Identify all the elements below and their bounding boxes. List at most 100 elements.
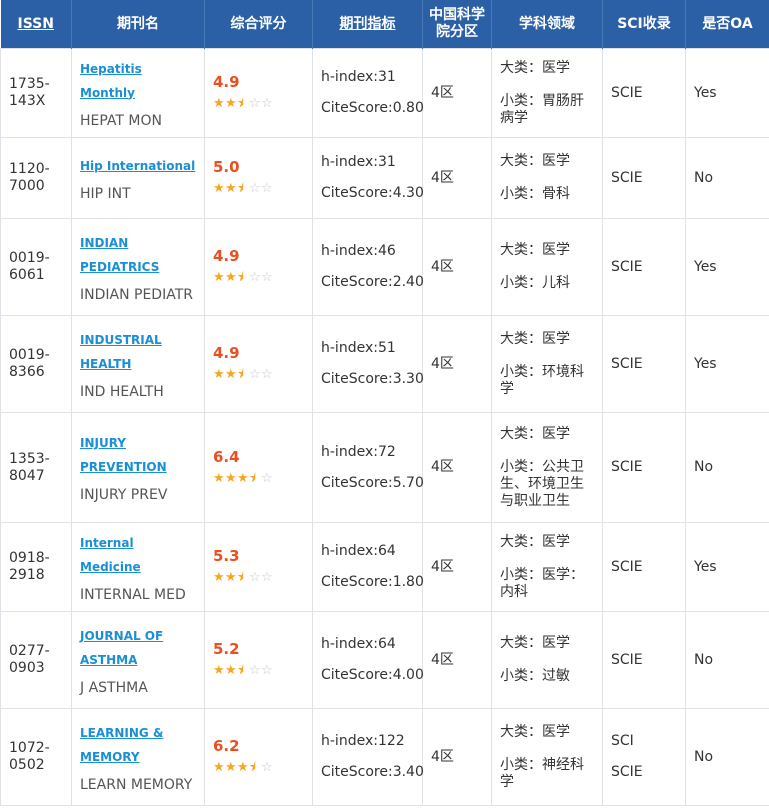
star-icon: ☆ — [261, 181, 274, 196]
journal-link[interactable]: Hip International — [80, 154, 196, 178]
journal-link-line[interactable]: Hepatitis Monthly — [80, 62, 142, 100]
star-rating: ★★⯨ ☆☆ — [213, 95, 304, 112]
table-row: 1353-8047 INJURY PREVENTION INJURY PREV 6.4 ★… — [0, 412, 769, 523]
star-icon: ★ — [225, 270, 238, 285]
category-major: 大类：医学 — [500, 533, 570, 550]
star-icon: ☆ — [261, 470, 274, 486]
journal-abbr: INJURY PREV — [80, 487, 168, 503]
journal-link[interactable]: JOURNAL OF ASTHMA — [80, 624, 196, 672]
score-value: 4.9 — [213, 73, 240, 91]
metrics-cell: h-index:64 CiteScore:4.00 — [312, 611, 424, 709]
field-cell: 大类：医学 小类：神经科学 — [491, 708, 603, 806]
journal-link-line[interactable]: HEALTH — [80, 357, 131, 371]
star-icon: ⯨ — [249, 470, 257, 486]
star-icon: ☆ — [261, 270, 274, 285]
oa-cell: No — [685, 611, 769, 709]
star-icon: ☆ — [249, 270, 262, 285]
issn-cell: 0019-6061 — [0, 218, 72, 316]
journal-table: ISSN 期刊名 综合评分 期刊指标 中国科学 院分区 学科领域 SCI收录 是否… — [0, 0, 769, 806]
table-row: 1072-0502 LEARNING & MEMORY LEARN MEMORY 6.2… — [0, 708, 769, 806]
field-cell: 大类：医学 小类：骨科 — [491, 137, 603, 219]
score-cell: 4.9 ★★⯨ ☆☆ — [204, 315, 313, 413]
header-cas-zone: 中国科学 院分区 — [422, 0, 492, 49]
metrics-cell: h-index:122 CiteScore:3.40 — [312, 708, 424, 806]
journal-link-line[interactable]: Hip International — [80, 159, 195, 173]
header-oa: 是否OA — [685, 0, 769, 49]
score-cell: 5.0 ★★⯨ ☆☆ — [204, 137, 313, 219]
star-icon: ☆ — [249, 663, 262, 678]
issn-cell: 1120-7000 — [0, 137, 72, 219]
citescore: CiteScore:2.40 — [321, 274, 424, 290]
cas-zone-cell: 4区 — [422, 611, 492, 709]
score-value: 6.4 — [213, 447, 240, 466]
journal-link[interactable]: INJURY PREVENTION — [80, 431, 196, 479]
sci-cell: SCIE — [602, 218, 686, 316]
table-row: 0918-2918 Internal Medicine INTERNAL MED 5.… — [0, 522, 769, 612]
star-rating: ★★⯨ ☆☆ — [213, 180, 304, 197]
journal-link[interactable]: Hepatitis Monthly — [80, 57, 196, 105]
star-icon: ★ — [225, 570, 238, 585]
sci-value: SCI — [611, 733, 634, 749]
journal-link-line[interactable]: PEDIATRICS — [80, 260, 159, 274]
h-index: h-index:72 — [321, 443, 396, 460]
table-row: 0277-0903 JOURNAL OF ASTHMA J ASTHMA 5.2 ★★⯨ ☆… — [0, 611, 769, 709]
star-icon: ☆ — [261, 760, 274, 775]
star-icon: ⯨ — [237, 570, 245, 585]
category-major: 大类：医学 — [500, 723, 570, 740]
journal-link-line[interactable]: LEARNING & — [80, 726, 163, 740]
star-icon: ★ — [213, 470, 226, 486]
star-icon: ★ — [225, 470, 238, 486]
journal-link-line[interactable]: JOURNAL OF — [80, 629, 163, 643]
cas-zone-cell: 4区 — [422, 522, 492, 612]
score-cell: 4.9 ★★⯨ ☆☆ — [204, 48, 313, 138]
star-icon: ★ — [225, 663, 238, 678]
journal-link[interactable]: INDUSTRIAL HEALTH — [80, 328, 196, 376]
journal-link[interactable]: LEARNING & MEMORY — [80, 721, 196, 769]
citescore: CiteScore:3.40 — [321, 764, 424, 780]
field-cell: 大类：医学 小类：胃肠肝病学 — [491, 48, 603, 138]
category-minor: 小类：环境科学 — [500, 363, 584, 397]
journal-link-line[interactable]: MEMORY — [80, 750, 140, 764]
category-minor: 小类：公共卫生、环境卫生与职业卫生 — [500, 458, 584, 509]
metrics-cell: h-index:31 CiteScore:4.30 — [312, 137, 424, 219]
metrics-cell: h-index:51 CiteScore:3.30 — [312, 315, 424, 413]
sci-value: SCIE — [611, 558, 643, 575]
journal-link-line[interactable]: INJURY — [80, 436, 126, 450]
star-icon: ☆ — [261, 663, 274, 678]
citescore: CiteScore:3.30 — [321, 371, 424, 387]
category-minor: 小类：过敏 — [500, 668, 570, 684]
category-minor: 小类：医学：内科 — [500, 566, 584, 600]
citescore: CiteScore:0.80 — [321, 100, 424, 116]
journal-link-line[interactable]: ASTHMA — [80, 653, 137, 667]
journal-link-line[interactable]: Internal Medicine — [80, 536, 141, 574]
journal-name-cell: Internal Medicine INTERNAL MED — [71, 522, 205, 612]
score-cell: 6.2 ★★★⯨ ☆ — [204, 708, 313, 806]
journal-link-line[interactable]: INDIAN — [80, 236, 128, 250]
star-icon: ⯨ — [249, 760, 257, 775]
star-rating: ★★⯨ ☆☆ — [213, 366, 304, 383]
sci-cell: SCIE — [602, 522, 686, 612]
oa-cell: Yes — [685, 48, 769, 138]
citescore: CiteScore:1.80 — [321, 574, 424, 590]
star-icon: ★ — [213, 663, 226, 678]
journal-link[interactable]: Internal Medicine — [80, 531, 196, 579]
journal-link-line[interactable]: INDUSTRIAL — [80, 333, 162, 347]
category-major: 大类：医学 — [500, 330, 570, 347]
cas-zone-cell: 4区 — [422, 48, 492, 138]
star-icon: ☆ — [249, 96, 262, 111]
star-rating: ★★⯨ ☆☆ — [213, 569, 304, 586]
star-rating: ★★★⯨ ☆ — [213, 759, 304, 776]
cas-zone-cell: 4区 — [422, 315, 492, 413]
journal-link[interactable]: INDIAN PEDIATRICS — [80, 231, 196, 279]
header-metrics[interactable]: 期刊指标 — [312, 0, 423, 49]
cas-zone-cell: 4区 — [422, 412, 492, 523]
journal-abbr: J ASTHMA — [80, 679, 148, 696]
score-value: 5.2 — [213, 640, 240, 658]
journal-link-line[interactable]: PREVENTION — [80, 460, 167, 474]
sci-value: SCIE — [611, 355, 643, 372]
oa-cell: No — [685, 137, 769, 219]
sci-value: SCIE — [611, 764, 643, 780]
journal-name-cell: INJURY PREVENTION INJURY PREV — [71, 412, 205, 523]
category-minor: 小类：骨科 — [500, 186, 570, 202]
header-issn[interactable]: ISSN — [0, 0, 72, 49]
